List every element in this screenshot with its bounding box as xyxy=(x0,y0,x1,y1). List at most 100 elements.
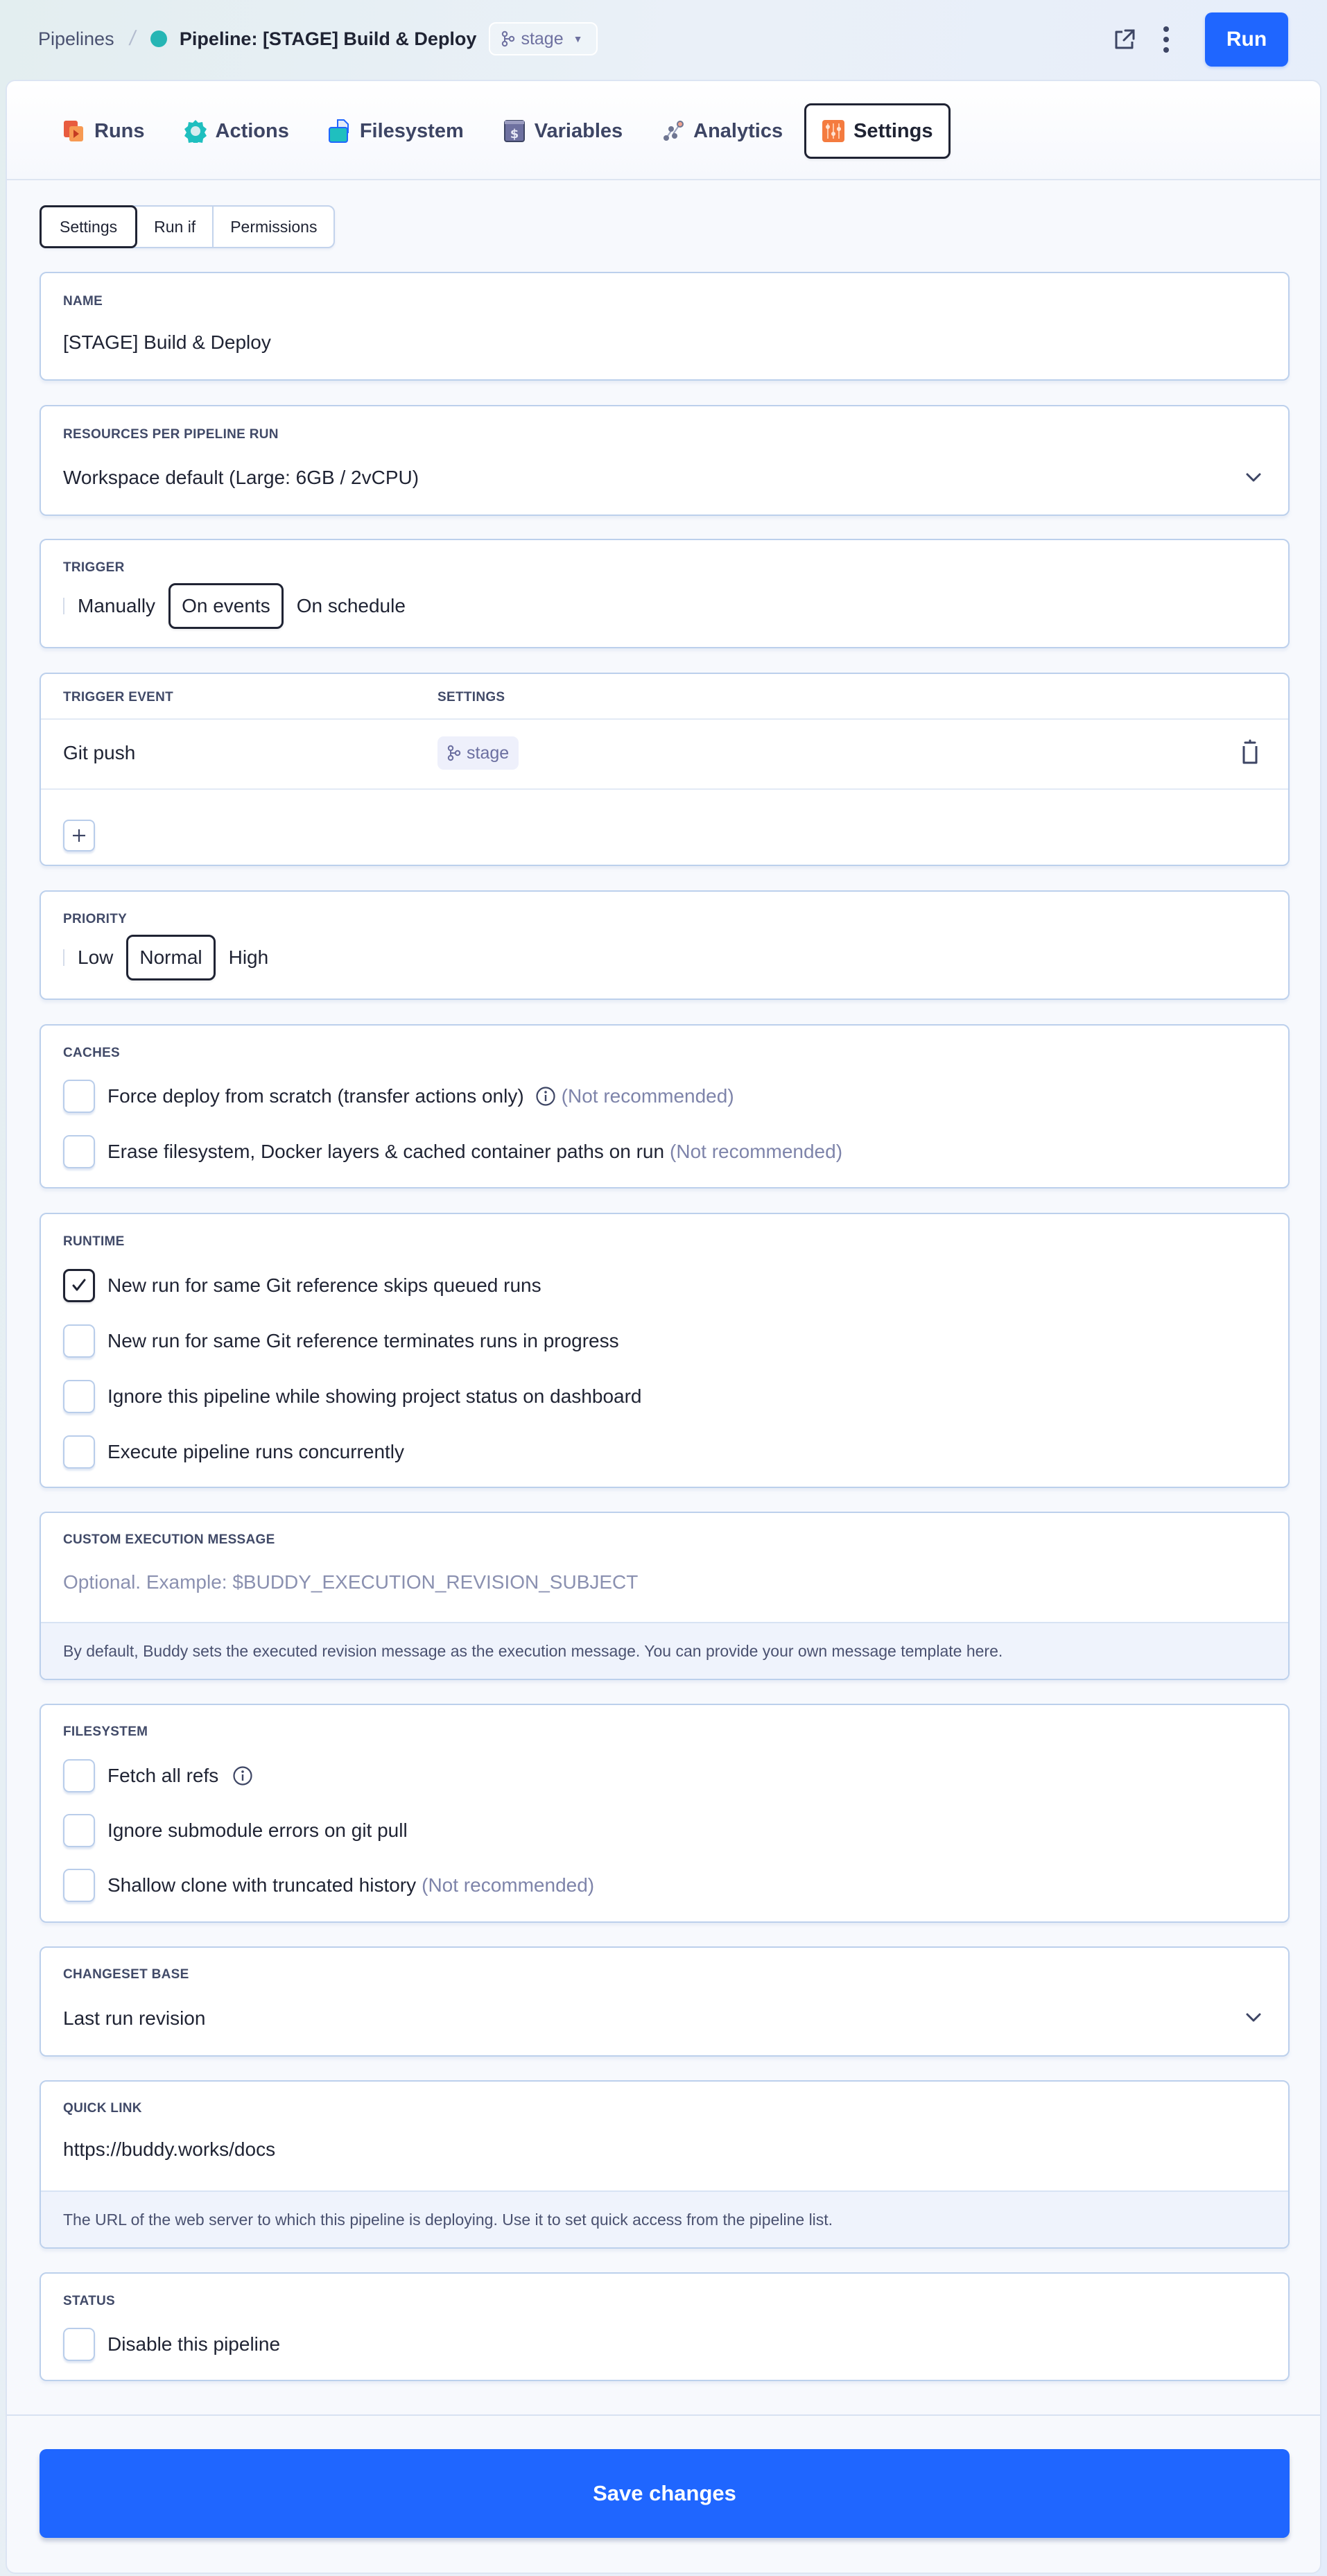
subtab-permissions[interactable]: Permissions xyxy=(214,207,333,247)
checkbox[interactable] xyxy=(63,1324,95,1358)
segment-divider xyxy=(63,949,64,966)
not-recommended-note: (Not recommended) xyxy=(670,1141,843,1162)
quick-link-input[interactable]: https://buddy.works/docs xyxy=(63,2138,275,2161)
checkbox[interactable] xyxy=(63,1380,95,1413)
checkbox-label: Fetch all refs xyxy=(107,1765,219,1786)
branch-chip: stage xyxy=(437,736,519,770)
more-options-button[interactable] xyxy=(1145,12,1187,67)
checkbox[interactable] xyxy=(63,1869,95,1902)
checkbox[interactable] xyxy=(63,1435,95,1469)
custom-message-label: CUSTOM EXECUTION MESSAGE xyxy=(63,1532,275,1547)
changeset-card[interactable]: CHANGESET BASE Last run revision xyxy=(40,1946,1290,2057)
column-header-settings: SETTINGS xyxy=(437,690,505,704)
actions-gear-icon xyxy=(184,120,207,143)
resources-select-value[interactable]: Workspace default (Large: 6GB / 2vCPU) xyxy=(63,467,419,489)
runs-icon xyxy=(64,121,83,141)
not-recommended-note: (Not recommended) xyxy=(561,1085,734,1107)
checkbox[interactable] xyxy=(63,1080,95,1113)
footer-divider xyxy=(7,2414,1320,2416)
name-card: NAME [STAGE] Build & Deploy xyxy=(40,272,1290,381)
custom-message-help: By default, Buddy sets the executed revi… xyxy=(41,1622,1288,1679)
top-bar: Pipelines / Pipeline: [STAGE] Build & De… xyxy=(0,0,1327,80)
trigger-events-header: TRIGGER EVENT SETTINGS xyxy=(41,674,1288,720)
plus-icon xyxy=(73,829,85,842)
name-input[interactable]: [STAGE] Build & Deploy xyxy=(63,331,271,354)
checkbox-concurrent-runs[interactable]: Execute pipeline runs concurrently xyxy=(63,1435,404,1469)
branch-selector[interactable]: stage ▼ xyxy=(489,22,598,55)
priority-label: PRIORITY xyxy=(63,912,128,926)
subtab-settings[interactable]: Settings xyxy=(40,205,138,248)
priority-option-normal[interactable]: Normal xyxy=(126,935,216,980)
checkbox[interactable] xyxy=(63,1759,95,1792)
checkbox-ignore-submodule-errors[interactable]: Ignore submodule errors on git pull xyxy=(63,1814,408,1847)
checkbox-fetch-all-refs[interactable]: Fetch all refs xyxy=(63,1759,253,1792)
checkbox-label: Ignore submodule errors on git pull xyxy=(107,1819,408,1841)
trigger-option-on-schedule[interactable]: On schedule xyxy=(284,583,419,629)
checkbox-label: Execute pipeline runs concurrently xyxy=(107,1441,405,1462)
trash-icon[interactable] xyxy=(1238,739,1262,767)
settings-panel: Runs Actions Filesystem $ Variables Anal… xyxy=(6,80,1321,2574)
checkbox[interactable] xyxy=(63,1135,95,1168)
trigger-card: TRIGGER Manually On events On schedule xyxy=(40,539,1290,648)
checkbox-skip-queued-runs[interactable]: New run for same Git reference skips que… xyxy=(63,1269,541,1302)
tab-settings-label: Settings xyxy=(853,119,933,142)
trigger-segmented-control: Manually On events On schedule xyxy=(63,583,419,629)
tab-runs[interactable]: Runs xyxy=(45,103,162,159)
chevron-down-icon xyxy=(1246,473,1261,482)
custom-message-input[interactable]: Optional. Example: $BUDDY_EXECUTION_REVI… xyxy=(63,1571,638,1593)
checkbox-label: Shallow clone with truncated history xyxy=(107,1874,417,1896)
checkbox-checked[interactable] xyxy=(63,1269,95,1302)
breadcrumb: Pipelines / Pipeline: [STAGE] Build & De… xyxy=(38,22,598,55)
top-actions: Run xyxy=(1104,12,1288,67)
priority-option-low[interactable]: Low xyxy=(76,935,126,980)
tab-filesystem-label: Filesystem xyxy=(359,119,464,142)
breadcrumb-pipelines-link[interactable]: Pipelines xyxy=(38,28,114,50)
not-recommended-note: (Not recommended) xyxy=(422,1874,595,1896)
save-changes-button[interactable]: Save changes xyxy=(40,2449,1290,2538)
trigger-option-on-events[interactable]: On events xyxy=(168,583,284,629)
svg-text:$: $ xyxy=(510,127,519,141)
info-icon[interactable] xyxy=(535,1086,556,1107)
tab-filesystem[interactable]: Filesystem xyxy=(311,103,481,159)
checkbox-force-deploy[interactable]: Force deploy from scratch (transfer acti… xyxy=(63,1080,734,1113)
checkbox-label: New run for same Git reference terminate… xyxy=(107,1330,619,1351)
checkbox-shallow-clone[interactable]: Shallow clone with truncated history (No… xyxy=(63,1869,594,1902)
add-trigger-event-button[interactable] xyxy=(63,820,95,852)
info-icon[interactable] xyxy=(232,1765,253,1786)
checkbox-label: Disable this pipeline xyxy=(107,2333,281,2355)
checkbox[interactable] xyxy=(63,2328,95,2361)
pipeline-tabs: Runs Actions Filesystem $ Variables Anal… xyxy=(45,103,951,159)
custom-message-card: CUSTOM EXECUTION MESSAGE Optional. Examp… xyxy=(40,1512,1290,1680)
run-button[interactable]: Run xyxy=(1205,12,1288,67)
checkbox-disable-pipeline[interactable]: Disable this pipeline xyxy=(63,2328,280,2361)
checkbox-ignore-dashboard-status[interactable]: Ignore this pipeline while showing proje… xyxy=(63,1380,641,1413)
checkbox[interactable] xyxy=(63,1814,95,1847)
tab-settings[interactable]: Settings xyxy=(804,103,951,159)
checkbox-label: Ignore this pipeline while showing proje… xyxy=(107,1385,642,1407)
priority-option-high[interactable]: High xyxy=(216,935,282,980)
trigger-option-manually[interactable]: Manually xyxy=(76,583,168,629)
tab-analytics[interactable]: Analytics xyxy=(644,103,800,159)
analytics-icon xyxy=(664,121,684,141)
settings-subtabs: Settings Run if Permissions xyxy=(40,205,336,248)
changeset-select-value[interactable]: Last run revision xyxy=(63,2007,205,2030)
subtab-run-if[interactable]: Run if xyxy=(137,207,214,247)
trigger-events-card: TRIGGER EVENT SETTINGS Git push stage xyxy=(40,673,1290,866)
checkbox-terminate-runs[interactable]: New run for same Git reference terminate… xyxy=(63,1324,619,1358)
filesystem-card: FILESYSTEM Fetch all refs Ignore submodu… xyxy=(40,1704,1290,1923)
settings-sliders-icon xyxy=(822,120,845,142)
breadcrumb-separator: / xyxy=(127,27,137,50)
checkbox-label: Force deploy from scratch (transfer acti… xyxy=(107,1085,524,1107)
tab-actions[interactable]: Actions xyxy=(166,103,306,159)
open-external-button[interactable] xyxy=(1104,12,1145,67)
checkmark-icon xyxy=(72,1279,86,1291)
resources-card[interactable]: RESOURCES PER PIPELINE RUN Workspace def… xyxy=(40,405,1290,516)
changeset-label: CHANGESET BASE xyxy=(63,1967,189,1982)
quick-link-label: QUICK LINK xyxy=(63,2101,142,2116)
quick-link-card: QUICK LINK https://buddy.works/docs The … xyxy=(40,2080,1290,2249)
checkbox-erase-filesystem[interactable]: Erase filesystem, Docker layers & cached… xyxy=(63,1135,842,1168)
status-label: STATUS xyxy=(63,2294,115,2308)
segment-divider xyxy=(63,598,64,614)
tab-variables[interactable]: $ Variables xyxy=(485,103,640,159)
trigger-event-row[interactable]: Git push stage xyxy=(41,720,1288,790)
